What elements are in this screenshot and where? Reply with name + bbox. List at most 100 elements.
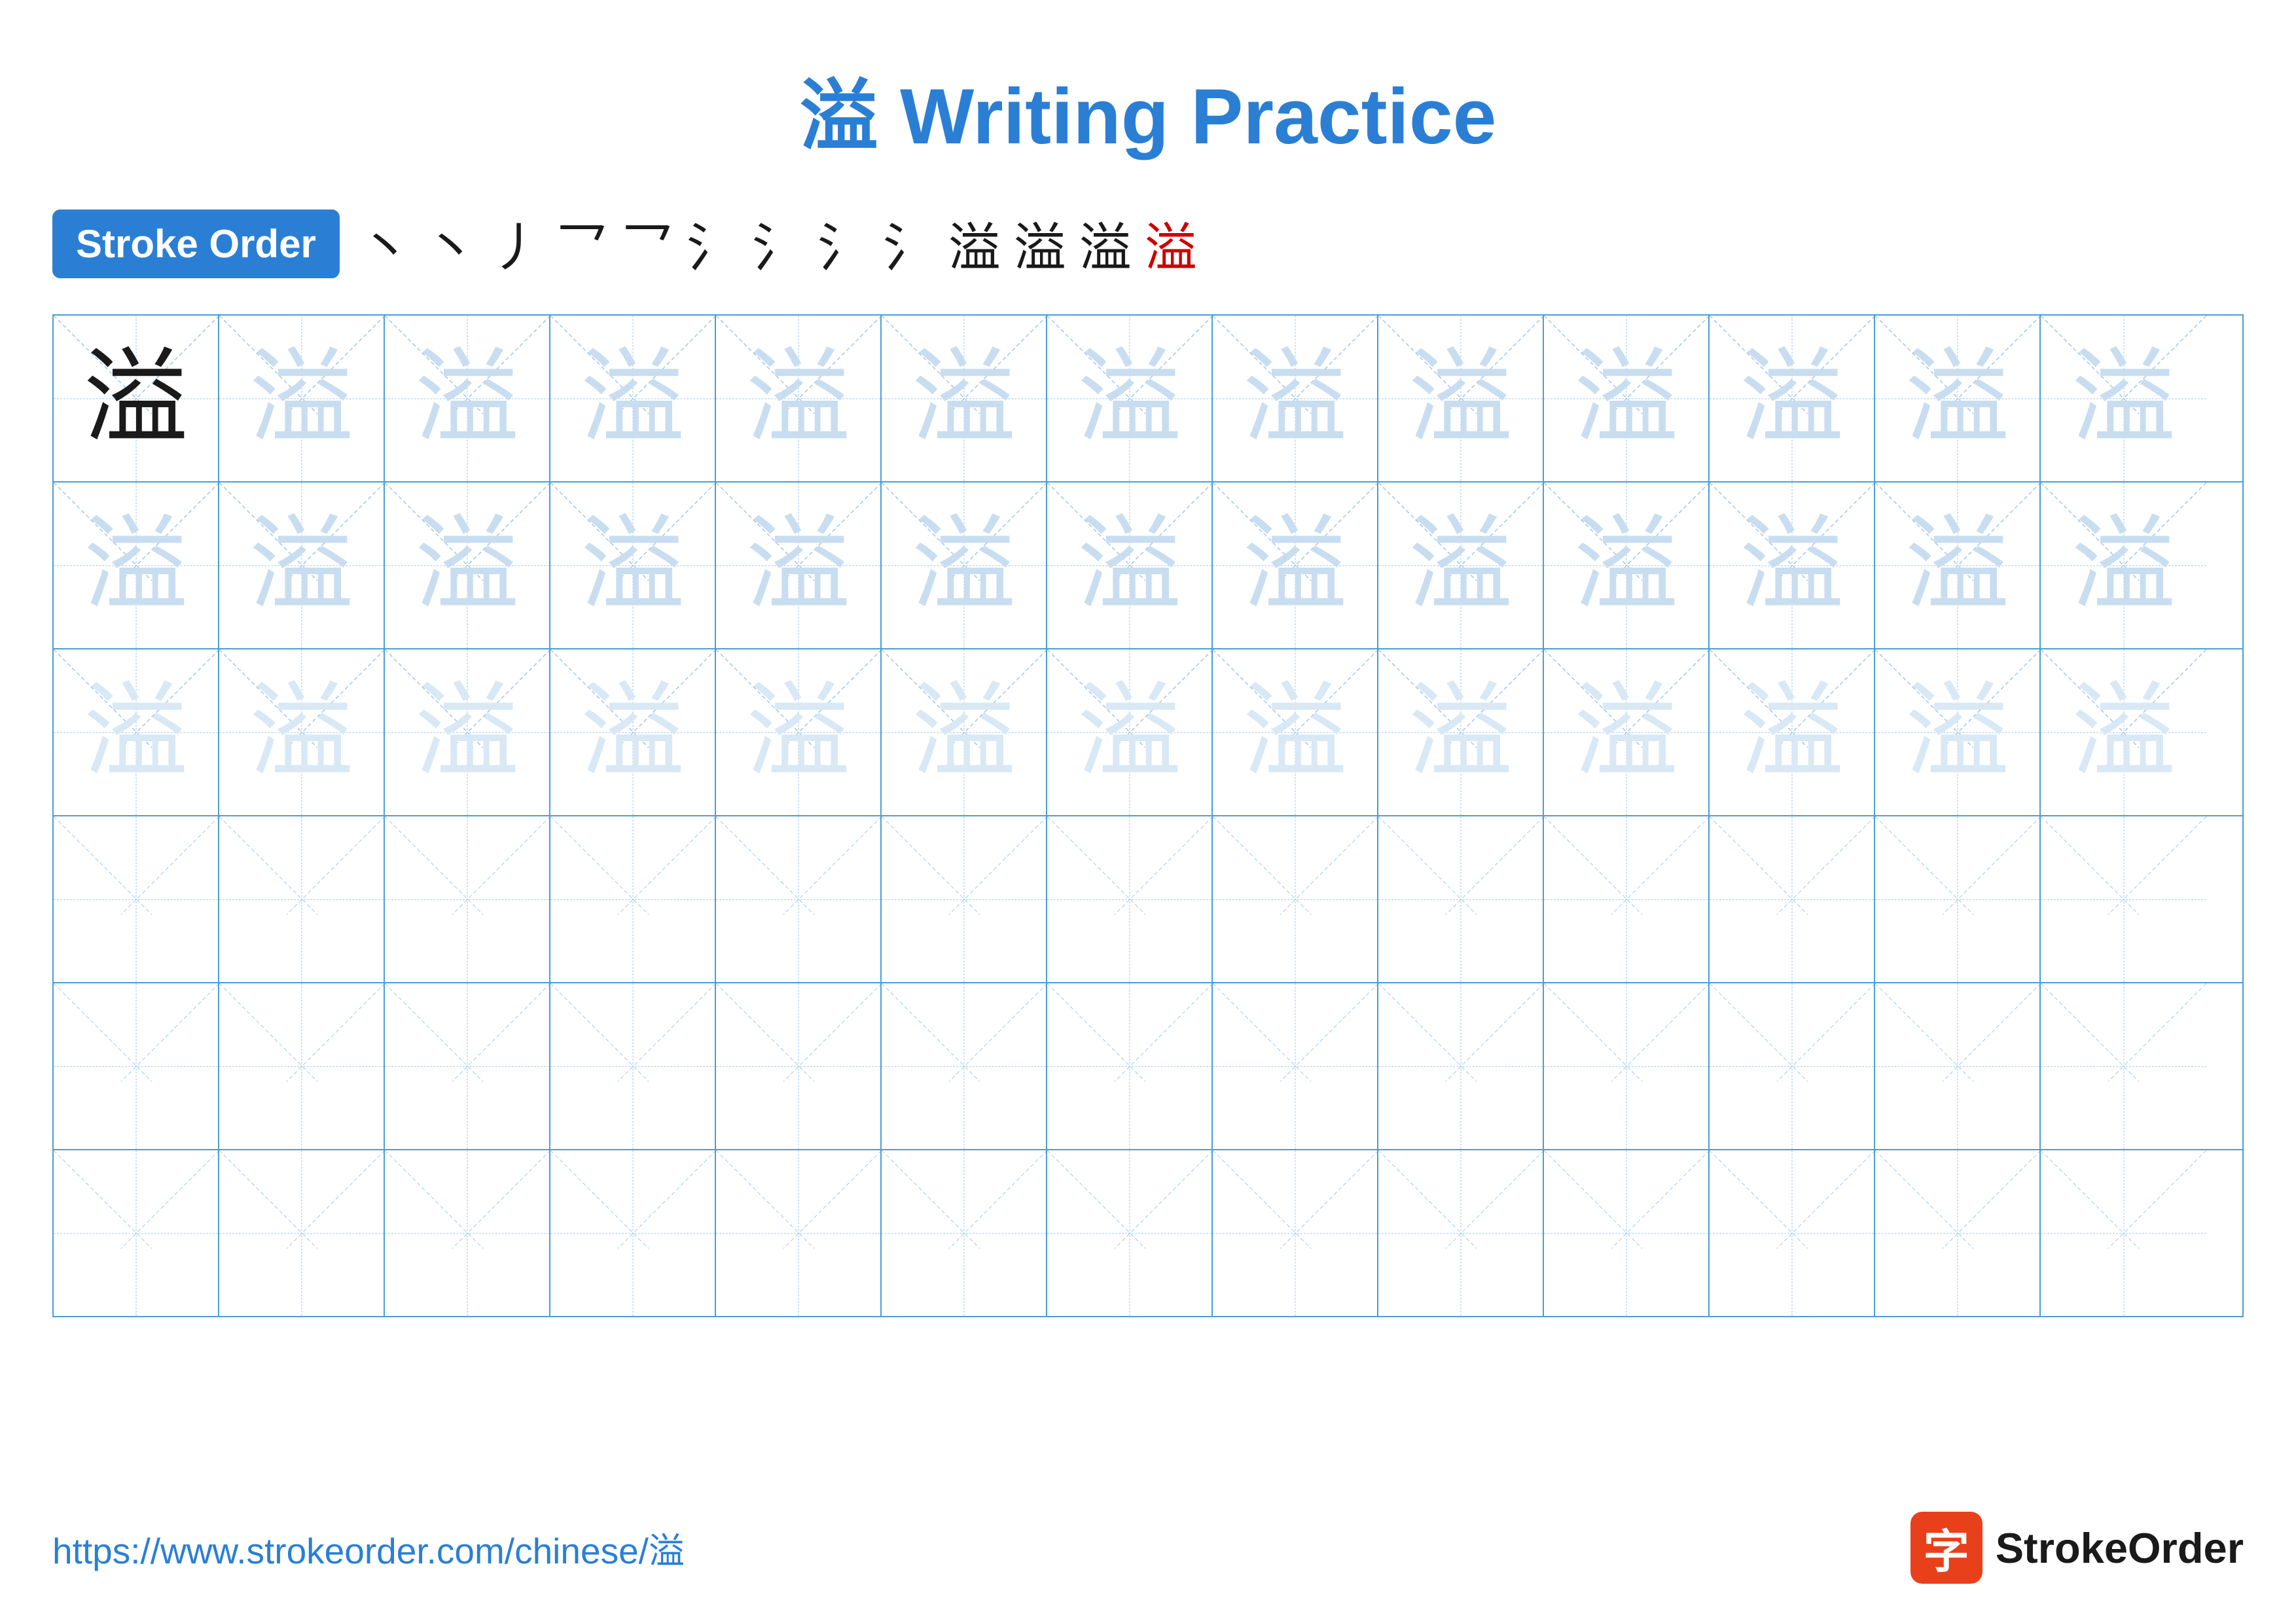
cell-4-7[interactable] [1047,816,1213,982]
cell-5-3[interactable] [385,983,550,1149]
char-lighter: 溢 [1573,680,1678,785]
cell-2-6: 溢 [882,483,1047,648]
cell-2-2: 溢 [219,483,385,648]
footer-url[interactable]: https://www.strokeorder.com/chinese/溢 [52,1522,685,1574]
cell-6-2[interactable] [219,1150,385,1316]
cell-5-11[interactable] [1710,983,1875,1149]
stroke-10: 溢 [948,206,1001,282]
char-light: 溢 [1408,513,1513,618]
cell-1-8: 溢 [1213,316,1378,481]
char-light: 溢 [249,513,353,618]
cell-2-10: 溢 [1544,483,1710,648]
cell-4-1[interactable] [54,816,219,982]
cell-4-4[interactable] [550,816,716,982]
cell-3-5: 溢 [716,649,882,815]
cell-4-5[interactable] [716,816,882,982]
cell-5-9[interactable] [1378,983,1544,1149]
cell-5-10[interactable] [1544,983,1710,1149]
cell-4-2[interactable] [219,816,385,982]
cell-3-9: 溢 [1378,649,1544,815]
char-lighter: 溢 [83,680,188,785]
practice-grid: 溢 溢 溢 溢 溢 溢 溢 溢 [52,314,2244,1317]
cell-6-6[interactable] [882,1150,1047,1316]
stroke-5: 乛 [621,206,673,282]
stroke-8: 氵 [817,206,870,282]
cell-4-6[interactable] [882,816,1047,982]
cell-6-3[interactable] [385,1150,550,1316]
cell-1-7: 溢 [1047,316,1213,481]
stroke-4: 乛 [556,206,608,282]
char-light: 溢 [745,513,850,618]
cell-4-13[interactable] [2041,816,2206,982]
cell-4-11[interactable] [1710,816,1875,982]
footer-logo: 字 StrokeOrder [1910,1512,2244,1584]
cell-2-12: 溢 [1875,483,2041,648]
cell-3-10: 溢 [1544,649,1710,815]
cell-6-10[interactable] [1544,1150,1710,1316]
grid-row-3: 溢 溢 溢 溢 溢 溢 溢 溢 [54,649,2242,816]
cell-3-6: 溢 [882,649,1047,815]
cell-6-12[interactable] [1875,1150,2041,1316]
cell-1-4: 溢 [550,316,716,481]
char-lighter: 溢 [1905,680,2009,785]
page-title: 溢 Writing Practice [0,0,2296,192]
grid-row-5 [54,983,2242,1150]
cell-4-8[interactable] [1213,816,1378,982]
cell-6-1[interactable] [54,1150,219,1316]
cell-3-13: 溢 [2041,649,2206,815]
cell-4-9[interactable] [1378,816,1544,982]
char-lighter: 溢 [745,680,850,785]
grid-row-4 [54,816,2242,983]
char-light: 溢 [2071,346,2176,451]
logo-text: StrokeOrder [1996,1523,2244,1573]
stroke-9: 氵 [883,206,935,282]
cell-5-5[interactable] [716,983,882,1149]
cell-3-12: 溢 [1875,649,2041,815]
cell-6-8[interactable] [1213,1150,1378,1316]
char-light: 溢 [911,346,1016,451]
cell-3-1: 溢 [54,649,219,815]
cell-6-5[interactable] [716,1150,882,1316]
cell-4-3[interactable] [385,816,550,982]
stroke-7: 氵 [752,206,804,282]
grid-row-6 [54,1150,2242,1316]
cell-6-4[interactable] [550,1150,716,1316]
cell-6-11[interactable] [1710,1150,1875,1316]
cell-5-1[interactable] [54,983,219,1149]
char-light: 溢 [414,346,519,451]
cell-5-12[interactable] [1875,983,2041,1149]
cell-5-7[interactable] [1047,983,1213,1149]
cell-3-7: 溢 [1047,649,1213,815]
cell-3-8: 溢 [1213,649,1378,815]
title-text: 溢 Writing Practice [800,73,1497,160]
cell-4-12[interactable] [1875,816,2041,982]
grid-row-2: 溢 溢 溢 溢 溢 溢 溢 溢 [54,483,2242,649]
cell-2-3: 溢 [385,483,550,648]
stroke-3: 丿 [490,206,543,282]
cell-1-9: 溢 [1378,316,1544,481]
cell-6-7[interactable] [1047,1150,1213,1316]
cell-5-8[interactable] [1213,983,1378,1149]
cell-2-4: 溢 [550,483,716,648]
cell-5-13[interactable] [2041,983,2206,1149]
cell-6-9[interactable] [1378,1150,1544,1316]
char-light: 溢 [1573,346,1678,451]
stroke-sequence: 丶 丶 丿 乛 乛 氵 氵 氵 氵 溢 溢 溢 溢 [359,206,1197,282]
stroke-2: 丶 [425,206,477,282]
char-light: 溢 [1905,346,2009,451]
cell-5-2[interactable] [219,983,385,1149]
cell-6-13[interactable] [2041,1150,2206,1316]
char-light: 溢 [1242,513,1347,618]
cell-5-4[interactable] [550,983,716,1149]
stroke-1: 丶 [359,206,412,282]
char-light: 溢 [1408,346,1513,451]
char-light: 溢 [1739,513,1844,618]
char-lighter: 溢 [249,680,353,785]
cell-4-10[interactable] [1544,816,1710,982]
char-light: 溢 [580,513,685,618]
char-light: 溢 [1077,513,1181,618]
char-lighter: 溢 [1242,680,1347,785]
cell-3-4: 溢 [550,649,716,815]
cell-5-6[interactable] [882,983,1047,1149]
char-light: 溢 [580,346,685,451]
